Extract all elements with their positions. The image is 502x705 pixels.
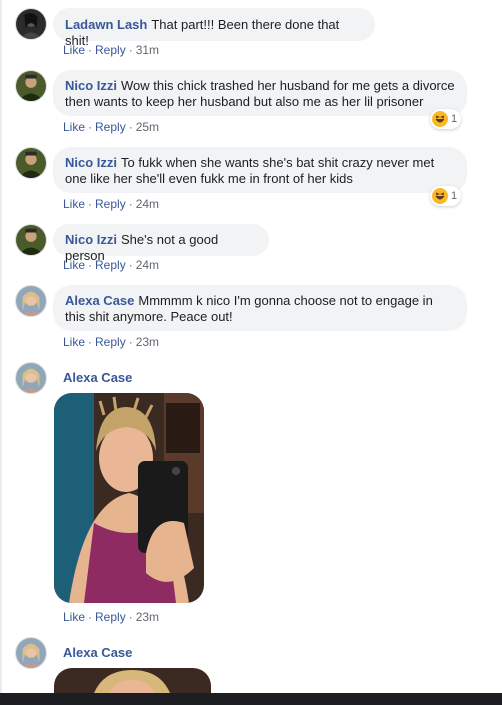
- comment-actions: Like · Reply · 31m: [63, 43, 160, 57]
- reaction-count: 1: [451, 113, 458, 125]
- reply-link[interactable]: Reply: [95, 120, 126, 134]
- comment-bubble: Nico Izzi She's not a good person: [53, 224, 269, 263]
- comment-author[interactable]: Alexa Case: [65, 293, 134, 308]
- reply-link[interactable]: Reply: [95, 197, 126, 211]
- comment-bubble: Nico Izzi Wow this chick trashed her husb…: [53, 70, 467, 116]
- comment-timestamp[interactable]: 24m: [136, 197, 159, 211]
- avatar[interactable]: [15, 362, 47, 394]
- comment-timestamp[interactable]: 23m: [136, 610, 159, 624]
- comment-author[interactable]: Ladawn Lash: [65, 17, 147, 32]
- like-link[interactable]: Like: [63, 335, 85, 349]
- laughing-emoji-icon: [432, 111, 448, 127]
- laughing-emoji-icon: [432, 188, 448, 204]
- comment-author[interactable]: Nico Izzi: [65, 78, 117, 93]
- comment-timestamp[interactable]: 23m: [136, 335, 159, 349]
- like-link[interactable]: Like: [63, 610, 85, 624]
- avatar[interactable]: [15, 147, 47, 179]
- comment-actions: Like · Reply · 24m: [63, 197, 160, 211]
- avatar[interactable]: [15, 70, 47, 102]
- comment-bubble: Nico Izzi To fukk when she wants she's ba…: [53, 147, 467, 193]
- comment-timestamp[interactable]: 25m: [136, 120, 159, 134]
- comment-author[interactable]: Nico Izzi: [65, 232, 117, 247]
- comment-photo-attachment[interactable]: [54, 393, 204, 603]
- comment-bubble: Alexa Case Mmmmm k nico I'm gonna choose …: [53, 285, 467, 331]
- like-link[interactable]: Like: [63, 197, 85, 211]
- comment-author[interactable]: Alexa Case: [63, 645, 132, 660]
- comment-author[interactable]: Nico Izzi: [65, 155, 117, 170]
- reaction-summary[interactable]: 1: [430, 109, 462, 129]
- comment-actions: Like · Reply · 23m: [63, 335, 160, 349]
- avatar[interactable]: [15, 637, 47, 669]
- comment-actions: Like · Reply · 23m: [63, 610, 160, 624]
- reply-link[interactable]: Reply: [95, 43, 126, 57]
- comment-text: Wow this chick trashed her husband for m…: [65, 78, 455, 109]
- comment-text: To fukk when she wants she's bat shit cr…: [65, 155, 435, 186]
- comment-actions: Like · Reply · 24m: [63, 258, 160, 272]
- comment-timestamp[interactable]: 24m: [136, 258, 159, 272]
- comment-author[interactable]: Alexa Case: [63, 370, 132, 385]
- reply-link[interactable]: Reply: [95, 258, 126, 272]
- like-link[interactable]: Like: [63, 43, 85, 57]
- avatar[interactable]: [15, 285, 47, 317]
- comment-bubble: Ladawn Lash That part!!! Been there done …: [53, 8, 375, 48]
- reaction-count: 1: [451, 190, 458, 202]
- reply-link[interactable]: Reply: [95, 335, 126, 349]
- avatar[interactable]: [15, 8, 47, 40]
- like-link[interactable]: Like: [63, 120, 85, 134]
- reaction-summary[interactable]: 1: [430, 186, 462, 206]
- avatar[interactable]: [15, 224, 47, 256]
- page-left-edge: [0, 0, 2, 693]
- bottom-taskbar-strip: [0, 693, 502, 705]
- like-link[interactable]: Like: [63, 258, 85, 272]
- comment-actions: Like · Reply · 25m: [63, 120, 160, 134]
- reply-link[interactable]: Reply: [95, 610, 126, 624]
- comment-timestamp[interactable]: 31m: [136, 43, 159, 57]
- comment-photo-attachment[interactable]: [54, 668, 211, 693]
